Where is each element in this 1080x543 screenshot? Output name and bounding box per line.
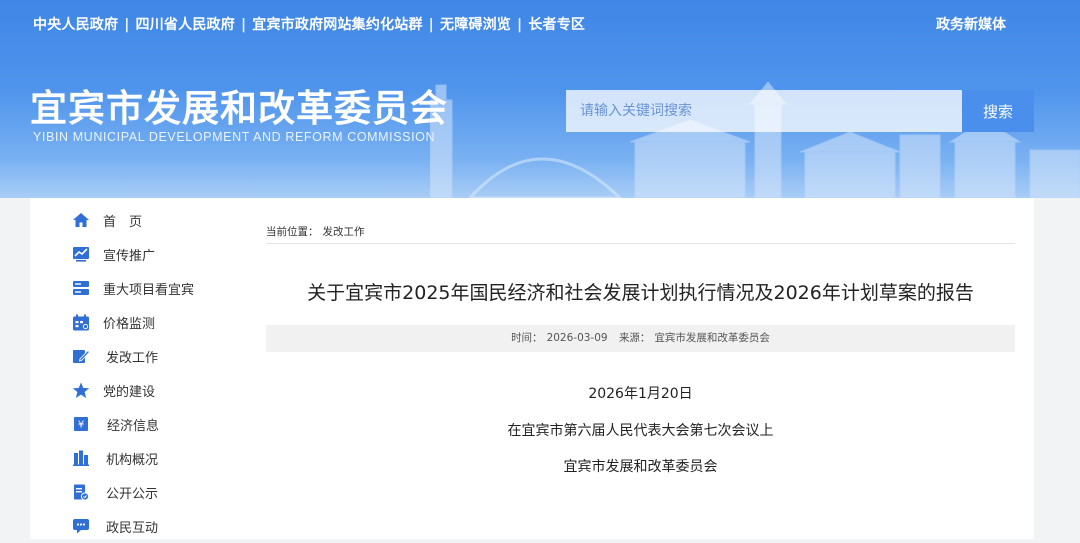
site-subtitle: YIBIN MUNICIPAL DEVELOPMENT AND REFORM C… <box>33 130 436 144</box>
svg-text:¥: ¥ <box>78 420 84 431</box>
breadcrumb: 当前位置： 发改工作 <box>266 224 365 239</box>
meta-source-label: 来源： <box>618 332 651 344</box>
sidebar-item-home[interactable]: 首 页 <box>36 203 206 237</box>
sidebar-item-major-projects[interactable]: 重大项目看宜宾 <box>36 271 206 305</box>
sidebar-item-economic-info[interactable]: ¥ 经济信息 <box>36 407 206 441</box>
nav-separator: | <box>124 17 130 33</box>
link-accessibility[interactable]: 无障碍浏览 <box>440 17 511 33</box>
sidebar-item-party-building[interactable]: 党的建设 <box>36 373 206 407</box>
sidebar-item-label: 经济信息 <box>107 418 160 434</box>
sidebar-item-organization[interactable]: 机构概况 <box>36 441 206 475</box>
article-paragraph: 2026年1月20日 <box>588 386 693 402</box>
article-title: 关于宜宾市2025年国民经济和社会发展计划执行情况及2026年计划草案的报告 <box>307 282 974 304</box>
link-elderly-zone[interactable]: 长者专区 <box>528 17 585 33</box>
nav-separator: | <box>428 17 434 33</box>
article-paragraph: 宜宾市发展和改革委员会 <box>563 459 718 475</box>
article-meta-bar: 时间： 2026-03-09 来源： 宜宾市发展和改革委员会 <box>266 325 1015 352</box>
sidebar-item-label: 公开公示 <box>106 486 159 502</box>
server-icon <box>70 279 92 297</box>
nav-separator: | <box>517 17 523 33</box>
sidebar-item-interaction[interactable]: 政民互动 <box>36 509 206 543</box>
sidebar-item-promotion[interactable]: 宣传推广 <box>36 237 206 271</box>
sidebar-item-label: 首 页 <box>103 214 143 230</box>
breadcrumb-prefix: 当前位置： <box>266 226 319 238</box>
search-button[interactable]: 搜索 <box>962 90 1034 132</box>
sidebar-item-label: 价格监测 <box>103 316 156 332</box>
edit-icon <box>70 347 92 365</box>
sidebar-item-price-monitoring[interactable]: 价格监测 <box>36 305 206 339</box>
star-icon <box>70 381 92 399</box>
home-icon <box>70 211 92 229</box>
chart-icon <box>70 245 92 263</box>
link-sichuan-government[interactable]: 四川省人民政府 <box>136 17 235 33</box>
sidebar-item-label: 宣传推广 <box>103 248 156 264</box>
divider <box>266 243 1015 244</box>
sidebar-item-reform-work[interactable]: 发改工作 <box>36 339 206 373</box>
sidebar-nav: 首 页 宣传推广 重大项目看宜宾 价格监测 发改工作 党的建设 ¥ 经济信息 机… <box>36 203 206 543</box>
sidebar-item-label: 政民互动 <box>106 520 159 536</box>
meta-source: 宜宾市发展和改革委员会 <box>654 332 770 344</box>
nav-separator: | <box>240 17 247 33</box>
chat-icon <box>70 517 92 535</box>
sidebar-item-label: 重大项目看宜宾 <box>103 282 195 298</box>
top-navigation: 中央人民政府 | 四川省人民政府 | 宜宾市政府网站集约化站群 | 无障碍浏览 | 长者专区 <box>33 14 585 34</box>
meta-time-label: 时间： <box>511 332 543 344</box>
site-title: 宜宾市发展和改革委员会 <box>30 87 448 130</box>
meta-time: 2026-03-09 <box>546 332 608 344</box>
yuan-icon: ¥ <box>70 415 92 433</box>
header-banner: 中央人民政府 | 四川省人民政府 | 宜宾市政府网站集约化站群 | 无障碍浏览 | 长者专区 政… <box>0 0 1080 198</box>
search-input[interactable] <box>566 90 962 132</box>
document-icon <box>70 483 92 501</box>
breadcrumb-link-reform-work[interactable]: 发改工作 <box>323 226 365 238</box>
link-new-media[interactable]: 政务新媒体 <box>936 14 1006 34</box>
building-icon <box>70 449 92 467</box>
sidebar-item-label: 机构概况 <box>106 452 159 468</box>
link-site-cluster[interactable]: 宜宾市政府网站集约化站群 <box>252 17 422 33</box>
calendar-icon <box>70 313 92 331</box>
sidebar-item-public-notice[interactable]: 公开公示 <box>36 475 206 509</box>
sidebar-item-label: 党的建设 <box>103 384 156 400</box>
article-paragraph: 在宜宾市第六届人民代表大会第七次会议上 <box>507 423 774 439</box>
link-central-government[interactable]: 中央人民政府 <box>33 17 118 33</box>
sidebar-item-label: 发改工作 <box>106 350 159 366</box>
